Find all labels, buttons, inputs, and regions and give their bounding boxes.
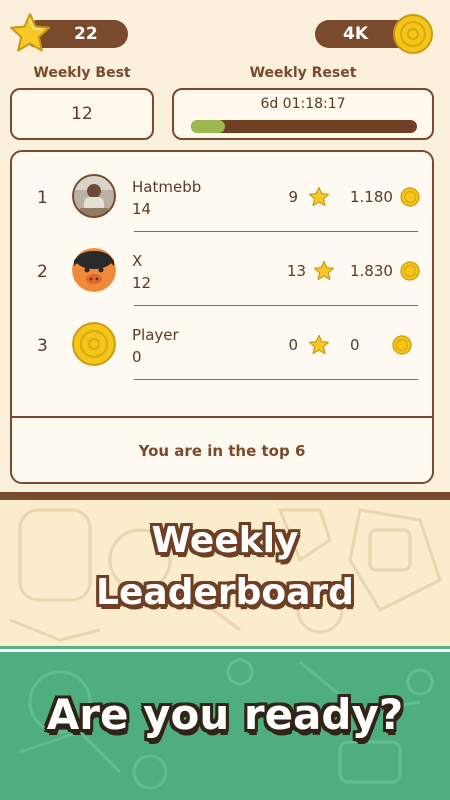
reset-progress-bar: [191, 120, 417, 133]
player-best: 12: [132, 274, 152, 292]
leaderboard-row[interactable]: 2 X 12 13 1.830: [12, 226, 432, 306]
leaderboard-row[interactable]: 3 Player 0 0 0: [12, 300, 432, 380]
star-icon: [308, 334, 330, 355]
rank-summary: You are in the top 6: [138, 442, 306, 460]
promo-banner: Weekly Leaderboard: [0, 500, 450, 646]
weekly-reset-label: Weekly Reset: [249, 65, 357, 81]
coin-icon: [392, 335, 412, 355]
weekly-best-value: 12: [71, 104, 93, 124]
coin-icon: [400, 261, 420, 281]
stars-count: 22: [74, 24, 98, 44]
leaderboard-panel: 1 Hatmebb 14 9 1.180 2 X 12 13 1.830 3 P…: [10, 150, 434, 484]
player-stars: 9: [288, 188, 298, 206]
leaderboard-screen: 22 4K Weekly Best Weekly Reset 12 6d 01:…: [0, 0, 450, 492]
player-coins: 1.830: [350, 262, 393, 280]
player-stars: 0: [288, 336, 298, 354]
row-rank: 1: [37, 188, 48, 208]
reset-progress-fill: [191, 120, 225, 133]
promo-tagline: Are you ready?: [46, 690, 404, 739]
player-stars: 13: [286, 262, 306, 280]
star-icon: [10, 13, 50, 52]
star-icon: [313, 260, 335, 281]
player-name: Hatmebb: [132, 178, 202, 196]
weekly-best-box: 12: [10, 88, 154, 140]
player-best: 14: [132, 200, 152, 218]
player-coins: 1.180: [350, 188, 393, 206]
row-divider: [134, 379, 418, 380]
player-best: 0: [132, 348, 142, 366]
player-name: Player: [132, 326, 179, 344]
panel-footer-divider: [12, 416, 432, 418]
row-rank: 3: [37, 336, 48, 356]
coin-avatar: [72, 322, 116, 366]
banner-border-green: [0, 646, 450, 649]
coins-count: 4K: [343, 24, 369, 44]
star-icon: [308, 186, 330, 207]
weekly-reset-box: 6d 01:18:17: [172, 88, 434, 140]
leaderboard-row[interactable]: 1 Hatmebb 14 9 1.180: [12, 152, 432, 232]
coin-icon: [400, 187, 420, 207]
photo-avatar: [72, 174, 116, 218]
player-coins: 0: [350, 336, 360, 354]
weekly-best-label: Weekly Best: [33, 65, 131, 81]
promo-title-line2: Leaderboard: [96, 572, 354, 613]
row-rank: 2: [37, 262, 48, 282]
coin-icon: [393, 14, 433, 54]
promo-title-line1: Weekly: [151, 520, 299, 561]
section-divider: [0, 492, 450, 500]
pig-avatar: [72, 248, 116, 292]
reset-countdown: 6d 01:18:17: [260, 96, 346, 112]
player-name: X: [132, 252, 143, 270]
